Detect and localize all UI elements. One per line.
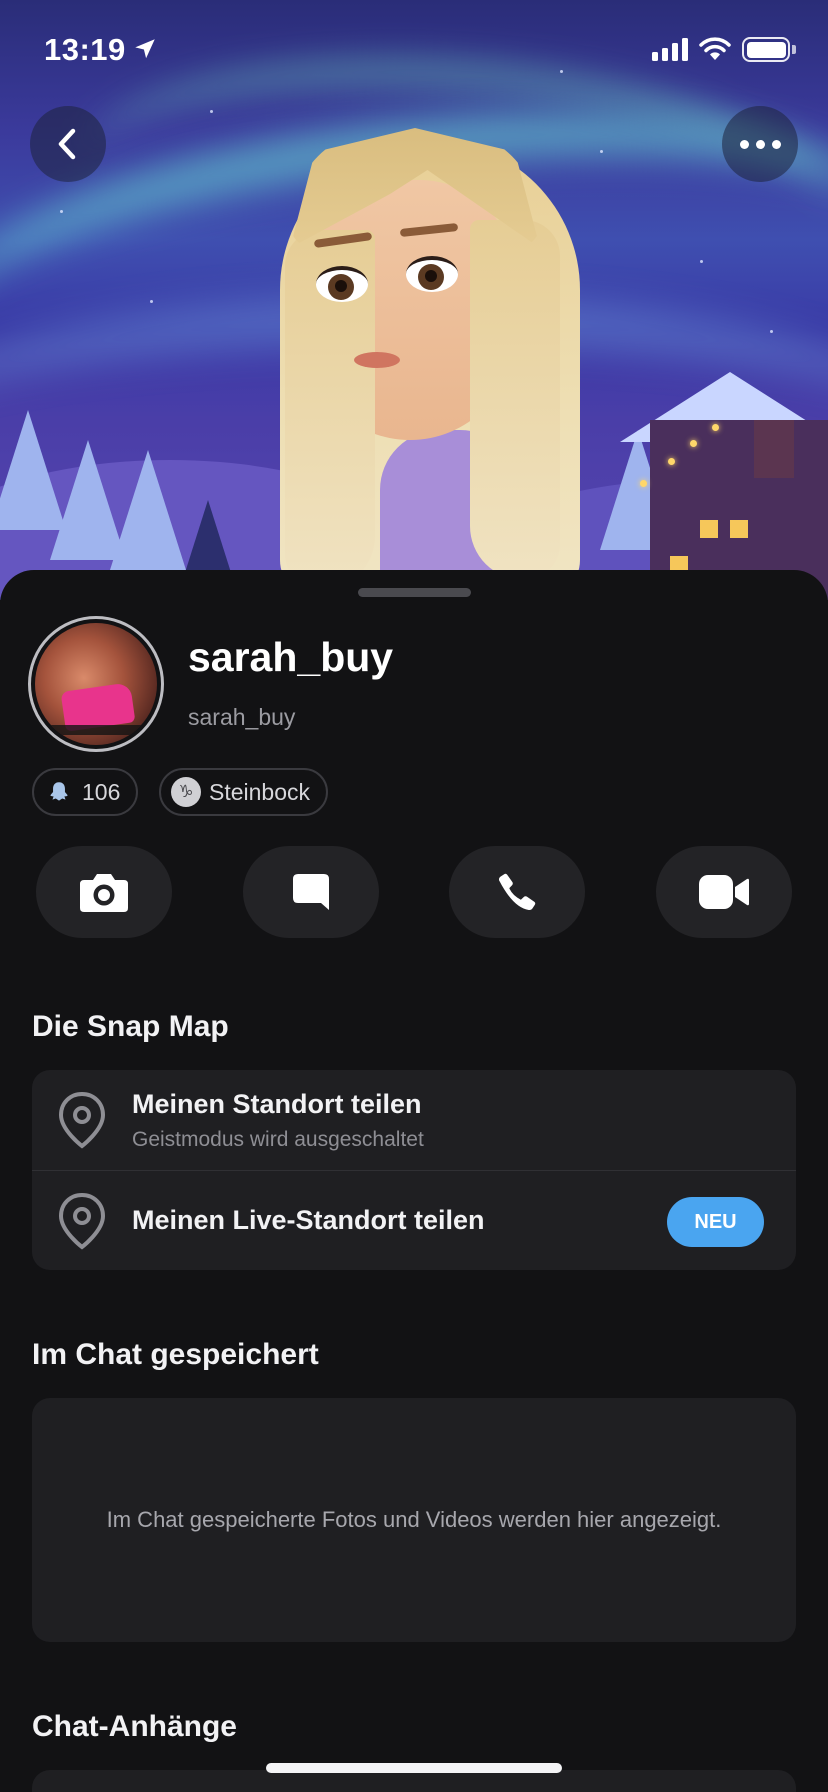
profile-username: sarah_buy [188, 704, 296, 730]
star-decoration [210, 110, 213, 113]
profile-avatar-ring[interactable] [28, 616, 164, 752]
call-button[interactable] [449, 846, 586, 938]
star-decoration [60, 210, 63, 213]
snap-map-section-title: Die Snap Map [32, 1010, 229, 1043]
avatar [35, 623, 157, 745]
share-location-subtitle: Geistmodus wird ausgeschaltet [132, 1127, 424, 1151]
bitmoji-mouth [354, 352, 400, 368]
ghost-icon [44, 777, 74, 807]
location-arrow-icon [135, 39, 155, 59]
star-decoration [150, 300, 153, 303]
battery-icon [742, 37, 790, 62]
chat-bubble-icon [292, 874, 329, 910]
capricorn-icon: ♑ [171, 777, 201, 807]
star-decoration [600, 150, 603, 153]
quick-actions [36, 846, 792, 938]
cellular-signal-icon [652, 38, 688, 61]
light-decoration [640, 480, 647, 487]
video-camera-icon [698, 875, 749, 909]
window-decoration [700, 520, 718, 538]
share-location-row[interactable]: Meinen Standort teilen Geistmodus wird a… [32, 1070, 796, 1170]
snap-score-chip[interactable]: 106 [32, 768, 139, 816]
chat-attachments-card [32, 1770, 796, 1792]
light-decoration [690, 440, 697, 447]
chat-button[interactable] [242, 846, 379, 938]
snap-map-card: Meinen Standort teilen Geistmodus wird a… [32, 1070, 796, 1270]
profile-sheet: sarah_buy sarah_buy 106 ♑ Steinbock Die … [0, 570, 828, 1792]
bitmoji-eye [406, 256, 458, 292]
sheet-drag-handle[interactable] [358, 588, 471, 597]
camera-icon [80, 874, 128, 912]
status-bar: 13:19 [0, 0, 828, 100]
back-button[interactable] [30, 106, 106, 182]
window-decoration [730, 520, 748, 538]
home-indicator[interactable] [266, 1763, 562, 1773]
camera-button[interactable] [36, 846, 172, 938]
video-call-button[interactable] [655, 846, 792, 938]
wifi-icon [699, 37, 731, 60]
status-time: 13:19 [44, 32, 126, 67]
chimney-decoration [754, 420, 794, 478]
more-horizontal-icon [739, 139, 781, 149]
phone-icon [499, 873, 536, 911]
profile-display-name: sarah_buy [188, 634, 394, 680]
chevron-left-icon [58, 128, 76, 160]
share-live-location-title: Meinen Live-Standort teilen [132, 1205, 485, 1235]
snap-score-value: 106 [82, 778, 121, 805]
star-decoration [770, 330, 773, 333]
star-decoration [700, 260, 703, 263]
light-decoration [712, 424, 719, 431]
new-badge: NEU [667, 1197, 764, 1247]
map-pin-icon [58, 1192, 106, 1250]
share-live-location-row[interactable]: Meinen Live-Standort teilen NEU [32, 1170, 796, 1270]
saved-in-chat-card: Im Chat gespeicherte Fotos und Videos we… [32, 1398, 796, 1642]
saved-in-chat-section-title: Im Chat gespeichert [32, 1338, 319, 1371]
light-decoration [668, 458, 675, 465]
bitmoji-hair [470, 220, 560, 580]
map-pin-icon [58, 1091, 106, 1149]
chat-attachments-section-title: Chat-Anhänge [32, 1710, 237, 1743]
zodiac-chip[interactable]: ♑ Steinbock [159, 768, 329, 816]
battery-cap [792, 45, 796, 54]
saved-in-chat-empty-text: Im Chat gespeicherte Fotos und Videos we… [106, 1507, 722, 1532]
zodiac-label: Steinbock [209, 778, 311, 805]
bitmoji-eye [316, 266, 368, 302]
more-options-button[interactable] [722, 106, 798, 182]
share-location-title: Meinen Standort teilen [132, 1088, 422, 1119]
